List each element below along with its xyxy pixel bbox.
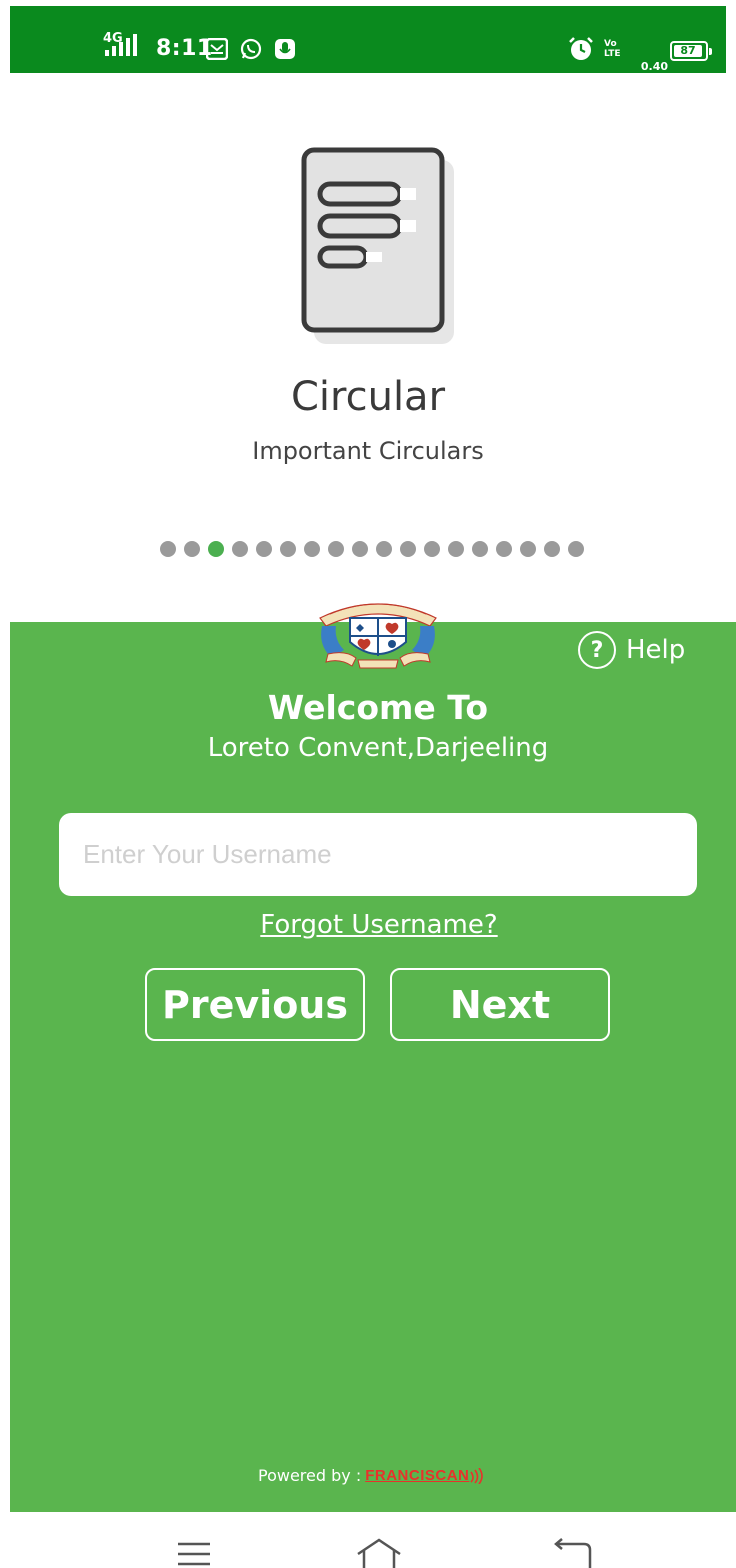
signal-icon: 4G	[103, 31, 137, 56]
battery-level: 87	[674, 45, 702, 57]
back-icon[interactable]	[552, 1538, 596, 1568]
forgot-username-link[interactable]: Forgot Username?	[256, 910, 502, 940]
previous-button[interactable]: Previous	[145, 968, 365, 1041]
slide-subtitle: Important Circulars	[252, 437, 484, 465]
page-dot[interactable]	[520, 541, 536, 557]
help-icon: ?	[578, 631, 616, 669]
page-dot[interactable]	[448, 541, 464, 557]
welcome-heading: Welcome To	[267, 688, 489, 727]
page-dot[interactable]	[328, 541, 344, 557]
signal-waves-icon	[470, 1467, 484, 1484]
username-input[interactable]	[59, 813, 697, 896]
app-screen: 4G 8:11 Vo LTE 0.40 KB/s 87 Circular Imp…	[0, 0, 736, 1568]
page-dot[interactable]	[160, 541, 176, 557]
page-dot[interactable]	[208, 541, 224, 557]
school-name: Loreto Convent,Darjeeling	[207, 733, 549, 763]
slide-title: Circular	[290, 374, 446, 420]
page-dot[interactable]	[376, 541, 392, 557]
page-dot[interactable]	[400, 541, 416, 557]
page-dot[interactable]	[568, 541, 584, 557]
page-dot[interactable]	[232, 541, 248, 557]
battery-icon: 87	[670, 41, 712, 61]
page-dot[interactable]	[256, 541, 272, 557]
mail-icon	[206, 38, 228, 60]
page-dot[interactable]	[544, 541, 560, 557]
page-dot[interactable]	[496, 541, 512, 557]
alarm-icon	[569, 37, 593, 60]
page-dot[interactable]	[184, 541, 200, 557]
volte-indicator: Vo LTE	[604, 39, 621, 59]
page-indicator	[160, 541, 600, 557]
next-button[interactable]: Next	[390, 968, 610, 1041]
help-button[interactable]: ? Help	[578, 630, 685, 670]
powered-label: Powered by :	[258, 1466, 362, 1485]
recorder-icon	[275, 39, 295, 59]
page-dot[interactable]	[472, 541, 488, 557]
menu-icon[interactable]	[174, 1538, 218, 1568]
network-speed: 0.40 KB/s	[640, 60, 668, 106]
status-bar: 4G 8:11 Vo LTE 0.40 KB/s 87	[10, 6, 726, 105]
powered-by: Powered by : FRANCISCAN	[258, 1466, 484, 1485]
brand-logo: FRANCISCAN	[365, 1467, 470, 1484]
navigation-bar	[0, 1512, 736, 1568]
home-icon[interactable]	[354, 1538, 404, 1568]
school-crest	[319, 603, 437, 669]
page-dot[interactable]	[424, 541, 440, 557]
page-dot[interactable]	[280, 541, 296, 557]
page-dot[interactable]	[352, 541, 368, 557]
whatsapp-icon	[240, 38, 262, 60]
help-label: Help	[626, 635, 686, 665]
page-dot[interactable]	[304, 541, 320, 557]
document-icon	[301, 147, 454, 344]
clock: 8:11	[156, 36, 213, 61]
